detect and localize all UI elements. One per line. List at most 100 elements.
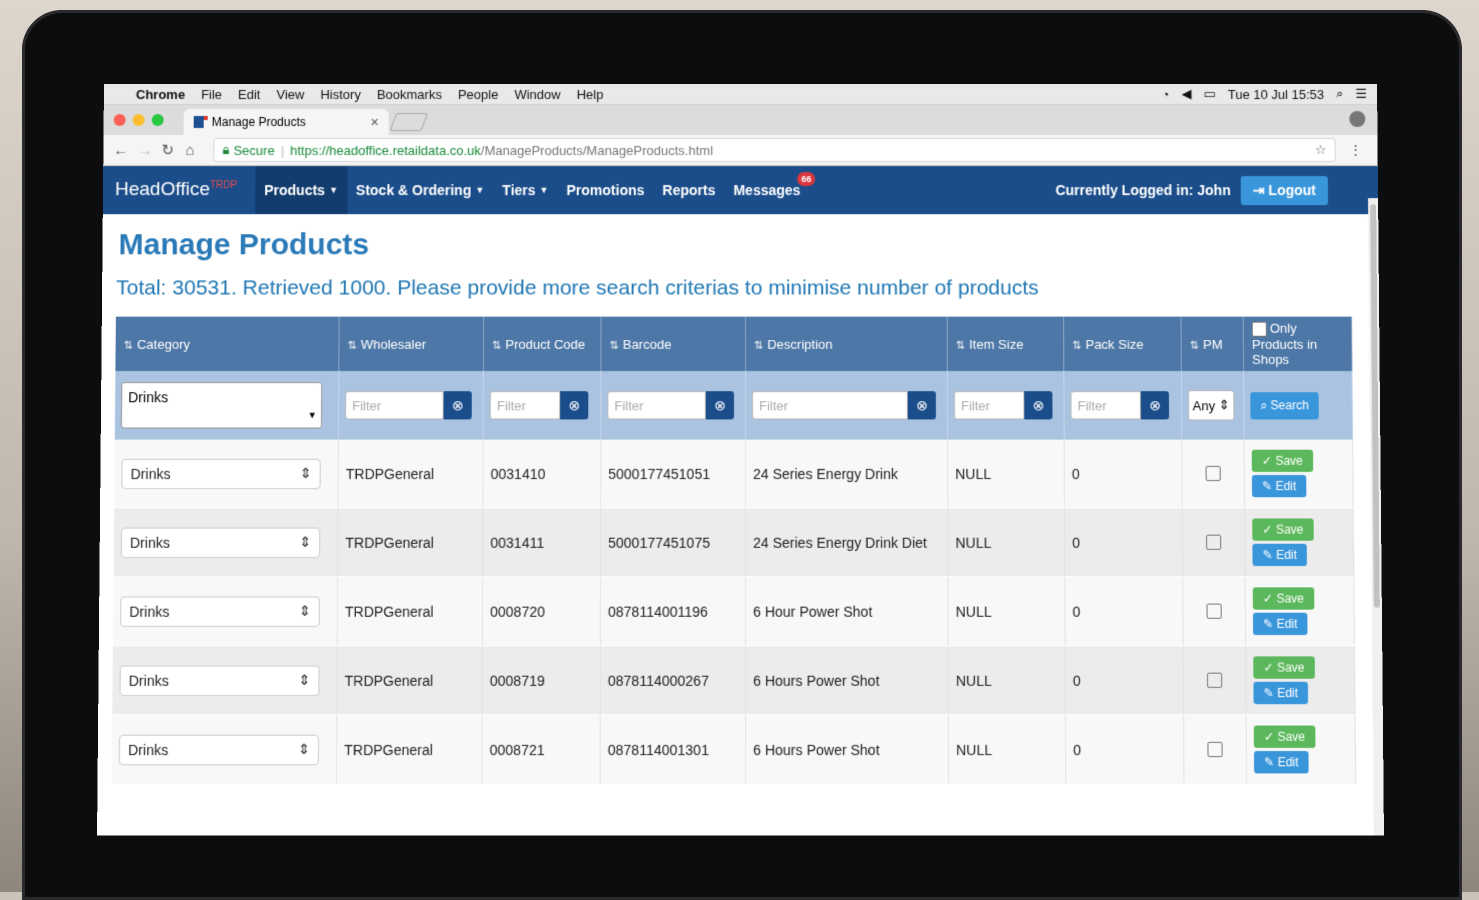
nav-messages[interactable]: Messages 66: [724, 166, 809, 214]
notification-center-icon[interactable]: ☰: [1355, 86, 1367, 102]
product-code-filter-input[interactable]: Filter: [490, 391, 560, 419]
cell-code: 0031411: [483, 508, 601, 577]
cell-wholesaler: TRDPGeneral: [337, 646, 483, 715]
clear-filter-icon[interactable]: ⊗: [1141, 391, 1169, 419]
profile-icon[interactable]: [1349, 111, 1365, 127]
col-barcode[interactable]: ⇅ Barcode: [601, 317, 746, 371]
pm-checkbox[interactable]: [1207, 673, 1222, 688]
clear-filter-icon[interactable]: ⊗: [444, 391, 472, 419]
cell-pack-size: 0: [1065, 577, 1183, 646]
menu-help[interactable]: Help: [577, 86, 604, 101]
pm-checkbox[interactable]: [1206, 466, 1221, 481]
edit-button[interactable]: ✎ Edit: [1252, 475, 1307, 497]
wholesaler-filter-input[interactable]: Filter: [345, 391, 444, 419]
cell-item-size: NULL: [948, 715, 1065, 784]
nav-promotions[interactable]: Promotions: [557, 166, 653, 214]
col-product-code[interactable]: ⇅ Product Code: [483, 317, 601, 371]
zoom-window-button[interactable]: [152, 114, 164, 126]
table-row: Drinks ⇕ TRDPGeneral 0008719 087811400026…: [112, 646, 1355, 715]
browser-tab[interactable]: Manage Products ×: [184, 109, 389, 135]
close-window-button[interactable]: [114, 114, 126, 126]
select-arrows-icon: ⇕: [298, 741, 310, 758]
pm-checkbox[interactable]: [1206, 604, 1221, 619]
search-button[interactable]: ⌕ Search: [1250, 392, 1319, 419]
edit-button[interactable]: ✎ Edit: [1252, 544, 1307, 566]
save-button[interactable]: ✓ Save: [1253, 587, 1314, 609]
clear-filter-icon[interactable]: ⊗: [560, 391, 588, 419]
app-navbar: HeadOfficeTRDP Products ▼ Stock & Orderin…: [103, 166, 1378, 214]
browser-toolbar: ← → ↻ ⌂ 🔒︎ Secure | https://headoffice.r…: [103, 135, 1378, 166]
spotlight-icon[interactable]: ⌕: [1336, 86, 1343, 102]
clear-filter-icon[interactable]: ⊗: [908, 391, 936, 419]
wifi-icon[interactable]: ◔: [1162, 86, 1170, 101]
row-category-select[interactable]: Drinks ⇕: [121, 458, 320, 488]
col-description[interactable]: ⇅ Description: [746, 317, 948, 371]
search-icon: ⌕: [1260, 398, 1270, 412]
row-category-select[interactable]: Drinks ⇕: [119, 734, 319, 765]
only-in-shops-checkbox[interactable]: [1252, 322, 1267, 337]
home-icon[interactable]: ⌂: [185, 142, 209, 159]
menu-app-name[interactable]: Chrome: [136, 86, 185, 101]
save-button[interactable]: ✓ Save: [1252, 450, 1313, 472]
address-bar[interactable]: 🔒︎ Secure | https://headoffice.retaildat…: [213, 138, 1335, 162]
save-button[interactable]: ✓ Save: [1253, 656, 1314, 678]
cell-barcode: 0878114000267: [600, 646, 745, 715]
cell-code: 0008721: [482, 715, 600, 784]
row-category-select[interactable]: Drinks ⇕: [120, 596, 320, 626]
pm-checkbox[interactable]: [1207, 742, 1222, 757]
pm-filter-select[interactable]: Any ⇕: [1188, 390, 1234, 420]
save-button[interactable]: ✓ Save: [1252, 518, 1313, 540]
edit-button[interactable]: ✎ Edit: [1253, 613, 1308, 635]
menubar-clock[interactable]: Tue 10 Jul 15:53: [1228, 86, 1325, 101]
brand-logo[interactable]: HeadOfficeTRDP: [103, 179, 255, 201]
menu-view[interactable]: View: [276, 86, 304, 101]
pm-checkbox[interactable]: [1206, 535, 1221, 550]
cell-item-size: NULL: [948, 646, 1065, 715]
barcode-filter-input[interactable]: Filter: [607, 391, 705, 419]
row-category-select[interactable]: Drinks ⇕: [120, 665, 320, 696]
col-only-in-shops[interactable]: Only Products in Shops: [1243, 317, 1352, 371]
volume-icon[interactable]: ◀: [1181, 86, 1191, 102]
battery-icon[interactable]: ▭: [1203, 86, 1215, 102]
description-filter-input[interactable]: Filter: [752, 391, 908, 419]
menu-edit[interactable]: Edit: [238, 86, 261, 101]
edit-button[interactable]: ✎ Edit: [1253, 682, 1308, 704]
bookmark-star-icon[interactable]: ☆: [1315, 142, 1327, 158]
nav-reports[interactable]: Reports: [653, 166, 724, 214]
sort-icon: ⇅: [347, 339, 356, 351]
menu-history[interactable]: History: [320, 86, 361, 101]
reload-icon[interactable]: ↻: [161, 141, 185, 159]
messages-badge: 66: [797, 172, 815, 186]
save-button[interactable]: ✓ Save: [1254, 726, 1316, 748]
cell-description: 6 Hours Power Shot: [746, 715, 949, 784]
menu-file[interactable]: File: [201, 86, 222, 101]
col-pack-size[interactable]: ⇅ Pack Size: [1064, 317, 1182, 371]
back-icon[interactable]: ←: [113, 142, 137, 159]
col-pm[interactable]: ⇅ PM: [1181, 317, 1244, 371]
menu-bookmarks[interactable]: Bookmarks: [377, 86, 442, 101]
col-wholesaler[interactable]: ⇅ Wholesaler: [339, 317, 484, 371]
pack-size-filter-input[interactable]: Filter: [1070, 391, 1140, 419]
minimize-window-button[interactable]: [133, 114, 145, 126]
clear-filter-icon[interactable]: ⊗: [1024, 391, 1052, 419]
category-filter-select[interactable]: Drinks: [121, 382, 322, 428]
col-category[interactable]: ⇅ Category: [115, 317, 339, 371]
menu-window[interactable]: Window: [514, 86, 560, 101]
nav-products[interactable]: Products ▼: [255, 166, 347, 214]
forward-icon[interactable]: →: [137, 142, 161, 159]
nav-tiers[interactable]: Tiers ▼: [493, 166, 557, 214]
page-content: Manage Products Total: 30531. Retrieved …: [97, 214, 1383, 795]
edit-button[interactable]: ✎ Edit: [1254, 751, 1309, 773]
browser-menu-icon[interactable]: ⋮: [1344, 142, 1368, 158]
new-tab-button[interactable]: [389, 113, 428, 131]
page-title: Manage Products: [118, 228, 1364, 262]
menu-people[interactable]: People: [458, 86, 499, 101]
close-tab-icon[interactable]: ×: [371, 114, 379, 130]
caret-down-icon: ▼: [540, 185, 549, 195]
col-item-size[interactable]: ⇅ Item Size: [947, 317, 1064, 371]
item-size-filter-input[interactable]: Filter: [954, 391, 1024, 419]
row-category-select[interactable]: Drinks ⇕: [121, 527, 321, 557]
clear-filter-icon[interactable]: ⊗: [706, 391, 734, 419]
logout-button[interactable]: ⇥ Logout: [1241, 176, 1328, 205]
nav-stock-ordering[interactable]: Stock & Ordering ▼: [347, 166, 494, 214]
